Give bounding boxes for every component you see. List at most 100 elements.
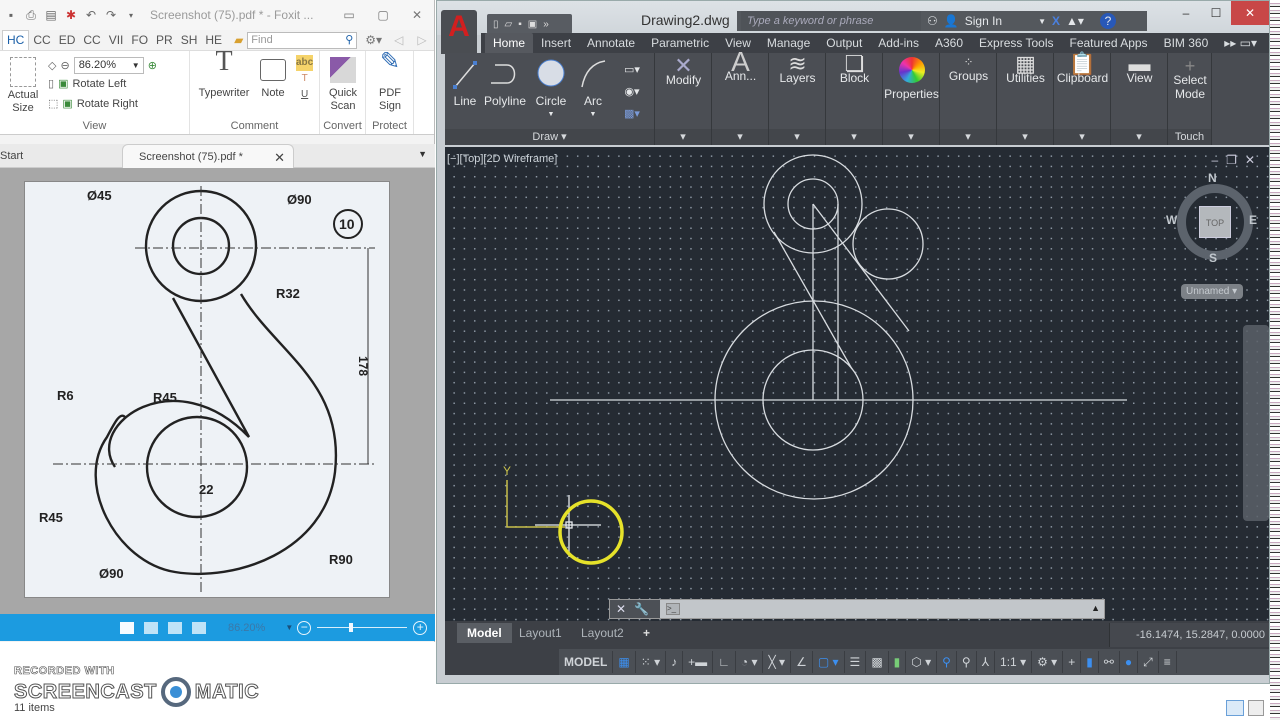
utilities-expand-icon[interactable]: ▾ — [997, 129, 1053, 145]
infer-constraints-icon[interactable]: ♪ — [666, 651, 684, 673]
large-icons-view-icon[interactable] — [1248, 700, 1264, 716]
folder-search-icon[interactable]: ▰ — [234, 33, 243, 47]
polyline-button[interactable]: Polyline — [483, 57, 527, 108]
rectangle-icon[interactable]: ▭▾ — [617, 59, 647, 81]
exchange-icon[interactable]: X — [1052, 14, 1060, 28]
annotation-panel[interactable]: A Ann... ▾ — [712, 48, 769, 145]
document-canvas[interactable]: Ø45 Ø90 10 R32 178 R6 R45 R45 22 Ø90 R90 — [0, 168, 435, 614]
tab-vii[interactable]: VII — [105, 33, 128, 47]
groups-panel[interactable]: ⁘ Groups ▾ — [940, 53, 997, 145]
save-icon[interactable]: ▪ — [4, 8, 18, 22]
auto-scale-icon[interactable]: ⚲ — [957, 651, 977, 673]
annotation-visibility-icon[interactable]: ⚲ — [937, 651, 957, 673]
polar-tracking-icon[interactable]: ◔ ▾ — [736, 651, 764, 673]
print-icon[interactable]: ⎙ — [24, 8, 38, 22]
save-as-icon[interactable]: ▣ — [528, 19, 537, 30]
close-icon[interactable]: ✕ — [1231, 1, 1269, 25]
tab-list-icon[interactable]: ▼ — [418, 149, 427, 159]
grid-icon[interactable]: ▦ — [613, 651, 636, 673]
modify-expand-icon[interactable]: ▾ — [655, 129, 711, 145]
line-button[interactable]: Line — [451, 57, 479, 108]
close-command-icon[interactable]: ✕ — [616, 602, 626, 616]
continuous-icon[interactable] — [144, 621, 158, 634]
command-prompt-icon[interactable]: >_ — [666, 603, 680, 615]
circle-button[interactable]: Circle ▼ — [533, 57, 569, 122]
clipboard-panel[interactable]: 📋 Clipboard ▾ — [1054, 53, 1111, 145]
autodesk-icon[interactable]: ▲▾ — [1066, 14, 1084, 28]
transparency-icon[interactable]: ▩ — [866, 651, 889, 673]
sign-in[interactable]: ⚇ 👤 Sign In ▼ X ▲▾ ? — [927, 13, 1116, 29]
tab-parametric[interactable]: Parametric — [643, 36, 717, 50]
more-icon[interactable]: » — [543, 19, 549, 30]
note-button[interactable]: Note — [256, 55, 290, 100]
underline-icon[interactable]: U — [296, 87, 313, 103]
snap-icon[interactable]: ⁙ ▾ — [636, 651, 667, 673]
tab-output[interactable]: Output — [818, 36, 870, 50]
tab-fo[interactable]: FO — [127, 33, 152, 47]
facing-icon[interactable] — [168, 621, 182, 634]
find-input[interactable]: Find ⚲ — [247, 31, 358, 49]
prev-icon[interactable]: ◁ — [394, 33, 403, 47]
zoom-select[interactable]: 86.20% ▼ — [73, 57, 144, 74]
select-mode-button[interactable]: + Select Mode — [1168, 57, 1212, 101]
zoom-in-button[interactable]: + — [413, 620, 428, 635]
fit-page-icon[interactable]: ◇ — [48, 59, 56, 72]
command-line[interactable]: ✕ 🔧 >_ ▲ — [609, 599, 1105, 619]
new-file-icon[interactable]: ▯ — [493, 19, 499, 30]
keyword-search-input[interactable]: Type a keyword or phrase — [741, 11, 921, 31]
block-expand-icon[interactable]: ▾ — [826, 129, 882, 145]
tab-hc[interactable]: HC — [2, 30, 30, 50]
zoom-slider[interactable] — [317, 623, 408, 632]
clean-screen-icon[interactable]: ⤢ — [1138, 651, 1159, 673]
gear-icon[interactable]: ⚙▾ — [365, 33, 382, 47]
object-snap-icon[interactable]: ▢ ▾ — [813, 651, 845, 673]
compass-east[interactable]: E — [1249, 213, 1257, 227]
modify-panel[interactable]: ✕ Modify ▾ — [655, 53, 712, 145]
tab-annotate[interactable]: Annotate — [579, 36, 643, 50]
tab-start[interactable]: Start — [0, 150, 23, 162]
details-view-icon[interactable] — [1226, 700, 1244, 716]
model-space-button[interactable]: MODEL — [559, 651, 614, 673]
tab-document[interactable]: Screenshot (75).pdf * ✕ — [122, 144, 294, 168]
isodraft-icon[interactable]: ╳ ▾ — [763, 651, 792, 673]
customize-wrench-icon[interactable]: 🔧 — [634, 602, 649, 616]
fit-visible-icon[interactable]: ⬚ — [48, 97, 58, 110]
zoom-slider-knob[interactable] — [349, 623, 354, 632]
quick-scan-button[interactable]: Quick Scan — [324, 55, 362, 113]
annotation-expand-icon[interactable]: ▾ — [712, 129, 768, 145]
continuous-facing-icon[interactable] — [192, 621, 206, 634]
tab-home[interactable]: Home — [485, 33, 534, 53]
sign-in-dropdown-icon[interactable]: ▼ — [1038, 17, 1046, 26]
units-icon[interactable]: ▮ — [1081, 651, 1099, 673]
customize-icon[interactable]: ▾ — [124, 8, 138, 22]
tab-addins[interactable]: Add-ins — [870, 36, 927, 50]
rotate-left-button[interactable]: ▯ ▣ Rotate Left — [48, 77, 126, 91]
rotate-right-button[interactable]: ⬚ ▣ Rotate Right — [48, 97, 138, 111]
compass-north[interactable]: N — [1208, 171, 1217, 185]
save-icon[interactable]: ▪ — [518, 19, 522, 30]
tab-model[interactable]: Model — [457, 623, 512, 643]
ucs-menu[interactable]: Unnamed ▾ — [1181, 284, 1243, 299]
drawing-viewport[interactable]: [−][Top][2D Wireframe] – ❐ ✕ Y N S W E T… — [445, 147, 1269, 621]
tab-bim360[interactable]: BIM 360 — [1156, 36, 1217, 50]
fit-width-icon[interactable]: ▯ — [48, 77, 54, 90]
draw-panel-label[interactable]: Draw ▾ — [445, 129, 654, 145]
redo-icon[interactable]: ↷ — [104, 8, 118, 22]
view-panel[interactable]: ▬ View ▾ — [1111, 53, 1168, 145]
clipboard-expand-icon[interactable]: ▾ — [1054, 129, 1110, 145]
more-tabs-icon[interactable]: ▸▸ ▭▾ — [1216, 36, 1265, 50]
object-snap-tracking-icon[interactable]: ∠ — [791, 651, 813, 673]
tab-he[interactable]: HE — [201, 33, 226, 47]
properties-panel[interactable]: Properties ▾ — [883, 53, 940, 145]
undo-icon[interactable]: ↶ — [84, 8, 98, 22]
workspace-gear-icon[interactable]: ⚙ ▾ — [1032, 651, 1064, 673]
viewcube-top-face[interactable]: TOP — [1199, 206, 1231, 238]
properties-icon[interactable]: ▤ — [44, 8, 58, 22]
hatch-icon[interactable]: ◉▾ — [617, 81, 647, 103]
restore-icon[interactable]: ▢ — [366, 8, 400, 22]
single-page-icon[interactable] — [120, 621, 134, 634]
highlight-icon[interactable]: abc — [296, 55, 314, 71]
minimize-icon[interactable]: ▭ — [332, 8, 366, 22]
view-expand-icon[interactable]: ▾ — [1111, 129, 1167, 145]
minimize-icon[interactable]: – — [1171, 1, 1201, 25]
